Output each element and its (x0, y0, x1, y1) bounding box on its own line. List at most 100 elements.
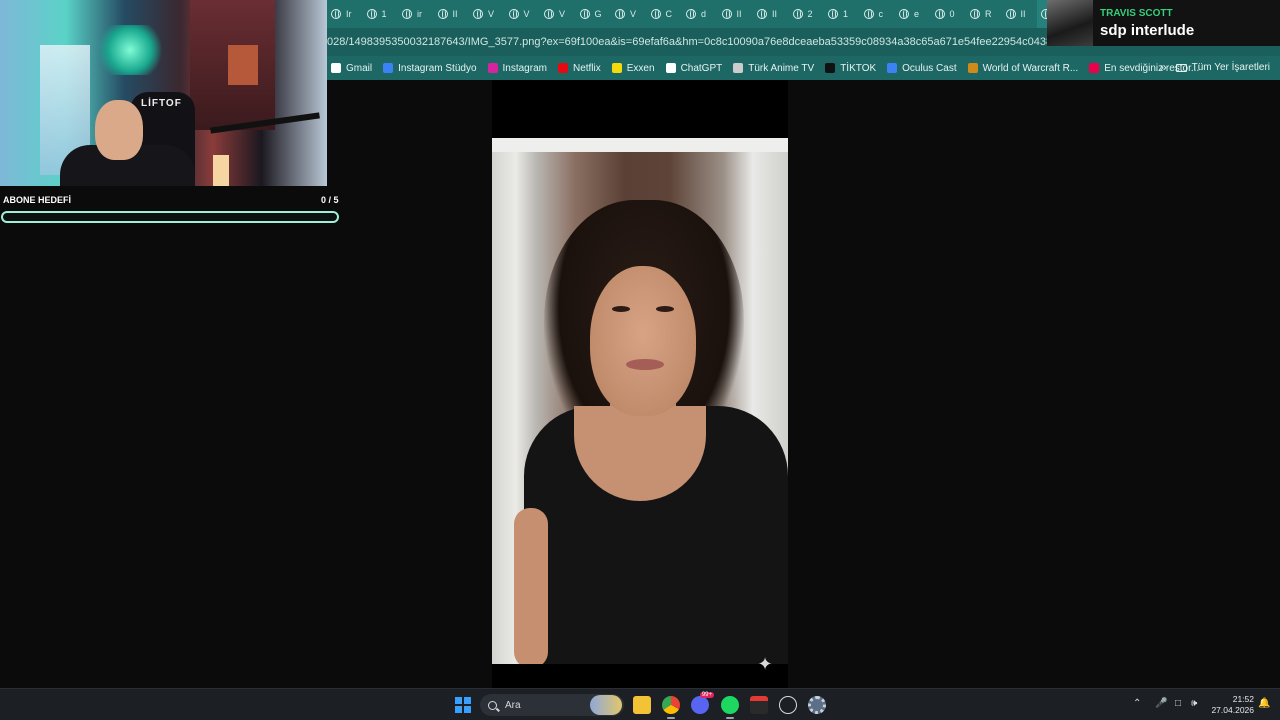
meta-icon (383, 63, 394, 73)
bookmark-item[interactable]: Instagram (487, 62, 547, 74)
tab-label: R (985, 9, 992, 19)
browser-tab[interactable]: e (895, 0, 931, 28)
browser-tab[interactable]: G (576, 0, 612, 28)
exxen-icon (611, 63, 622, 73)
browser-tab[interactable]: C (647, 0, 683, 28)
yemeksepeti-icon (1089, 63, 1100, 73)
tray-overflow-icon[interactable]: ⌃ (1133, 698, 1141, 709)
tab-label: G (594, 9, 602, 19)
bookmark-label: Instagram (502, 62, 547, 74)
browser-tab[interactable]: R (966, 0, 1002, 28)
gmail-icon (331, 63, 341, 73)
globe-icon (970, 9, 980, 19)
notification-bell-icon[interactable]: 🔔 (1258, 698, 1270, 709)
bookmark-item[interactable]: Gmail (331, 63, 372, 74)
bookmark-label: Exxen (626, 62, 655, 74)
browser-tab[interactable]: II (718, 0, 754, 28)
system-clock[interactable]: 21:52 27.04.2026 (1208, 694, 1254, 716)
globe-icon (331, 9, 341, 19)
microphone-icon[interactable]: 🎤 (1155, 698, 1167, 709)
spotify-icon[interactable] (721, 696, 739, 719)
subscriber-goal-count: 0 / 5 (321, 195, 339, 205)
browser-tab[interactable]: ir (398, 0, 434, 28)
browser-tab[interactable]: 0 (931, 0, 967, 28)
bookmark-item[interactable]: Netflix (557, 63, 601, 74)
tab-label: 2 (807, 9, 813, 19)
meta-icon (887, 63, 898, 73)
globe-icon (721, 9, 732, 19)
webcam-overlay: LİFTOF (0, 0, 327, 186)
bookmark-item[interactable]: Türk Anime TV (733, 63, 814, 74)
photo-eye-left (612, 306, 630, 312)
tab-label: e (914, 9, 920, 19)
browser-tab[interactable]: II (1002, 0, 1038, 28)
bookmark-label: Instagram Stüdyo (398, 62, 477, 74)
browser-tab[interactable]: V (469, 0, 505, 28)
tab-label: d (701, 9, 707, 19)
browser-tab[interactable]: II (1037, 0, 1047, 28)
browser-tab[interactable]: 1 (824, 0, 860, 28)
bookmark-label: TİKTOK (840, 62, 877, 74)
bookmark-item[interactable]: Exxen (611, 62, 655, 74)
bookmark-item[interactable]: TİKTOK (825, 63, 876, 74)
browser-tab[interactable]: 1 (363, 0, 399, 28)
photo-eye-right (656, 306, 674, 312)
now-playing-artist: TRAVIS SCOTT (1100, 8, 1173, 19)
bookmarks-bar: Gmail Instagram Stüdyo Instagram Netflix Exx… (327, 56, 1280, 80)
wow-icon (967, 63, 978, 73)
tab-label: V (630, 9, 637, 19)
streaming-app-icon[interactable] (750, 696, 768, 714)
browser-tab[interactable]: II (434, 0, 470, 28)
browser-tab[interactable]: V (611, 0, 647, 28)
obs-icon[interactable] (779, 696, 797, 714)
bookmark-label: Türk Anime TV (748, 62, 815, 74)
url-text[interactable]: 028/1498395350032187643/IMG_3577.png?ex=… (327, 36, 1095, 48)
browser-tab[interactable]: V (540, 0, 576, 28)
browser-tab[interactable]: 2 (789, 0, 825, 28)
search-highlight-icon (590, 695, 622, 715)
volume-icon[interactable]: 🕪 (1191, 698, 1197, 709)
tab-label: II (452, 9, 458, 19)
tab-label: II (736, 9, 742, 19)
photo-door-frame (492, 138, 788, 152)
discord-icon[interactable]: 99+ (691, 692, 714, 714)
streamer-head (95, 100, 143, 160)
browser-tab[interactable]: d (682, 0, 718, 28)
tab-label: c (878, 9, 884, 19)
browser-tab[interactable]: II (753, 0, 789, 28)
taskbar-search[interactable]: Ara (480, 694, 624, 716)
tab-label: V (488, 9, 495, 19)
clock-time: 21:52 (1232, 694, 1254, 704)
globe-icon (508, 9, 519, 19)
globe-icon (863, 9, 874, 19)
file-explorer-icon[interactable] (633, 696, 651, 714)
network-icon[interactable]: □ (1175, 698, 1181, 709)
tab-label: II (1020, 9, 1026, 19)
all-bookmarks-button[interactable]: Tüm Yer İşaretleri (1175, 62, 1270, 73)
tab-label: Ir (346, 9, 352, 19)
album-art (1047, 0, 1093, 46)
windows-start-icon[interactable] (455, 697, 471, 713)
bookmark-item[interactable]: Instagram Stüdyo (383, 62, 477, 74)
bookmark-item[interactable]: World of Warcraft R... (967, 63, 1078, 74)
search-icon (488, 700, 497, 710)
tab-label: 0 (949, 9, 955, 19)
instagram-icon (487, 63, 498, 73)
bookmark-label: Gmail (346, 62, 373, 74)
chrome-icon[interactable] (662, 696, 680, 719)
tiktok-icon (825, 63, 836, 73)
browser-tab[interactable]: V (505, 0, 541, 28)
subscriber-goal-bar (1, 211, 339, 223)
viewed-photo[interactable] (492, 138, 788, 664)
globe-icon (473, 9, 483, 19)
settings-gear-icon[interactable] (808, 696, 826, 714)
more-bookmarks-icon[interactable]: » (1160, 60, 1167, 74)
globe-icon (437, 9, 448, 19)
globe-icon (615, 9, 625, 19)
bookmark-item[interactable]: ChatGPT (665, 63, 722, 74)
webcam-poster (228, 45, 258, 85)
browser-tab[interactable]: c (860, 0, 896, 28)
tab-label: ir (417, 9, 422, 19)
bookmark-item[interactable]: Oculus Cast (887, 63, 957, 74)
browser-tab[interactable]: Ir (327, 0, 363, 28)
